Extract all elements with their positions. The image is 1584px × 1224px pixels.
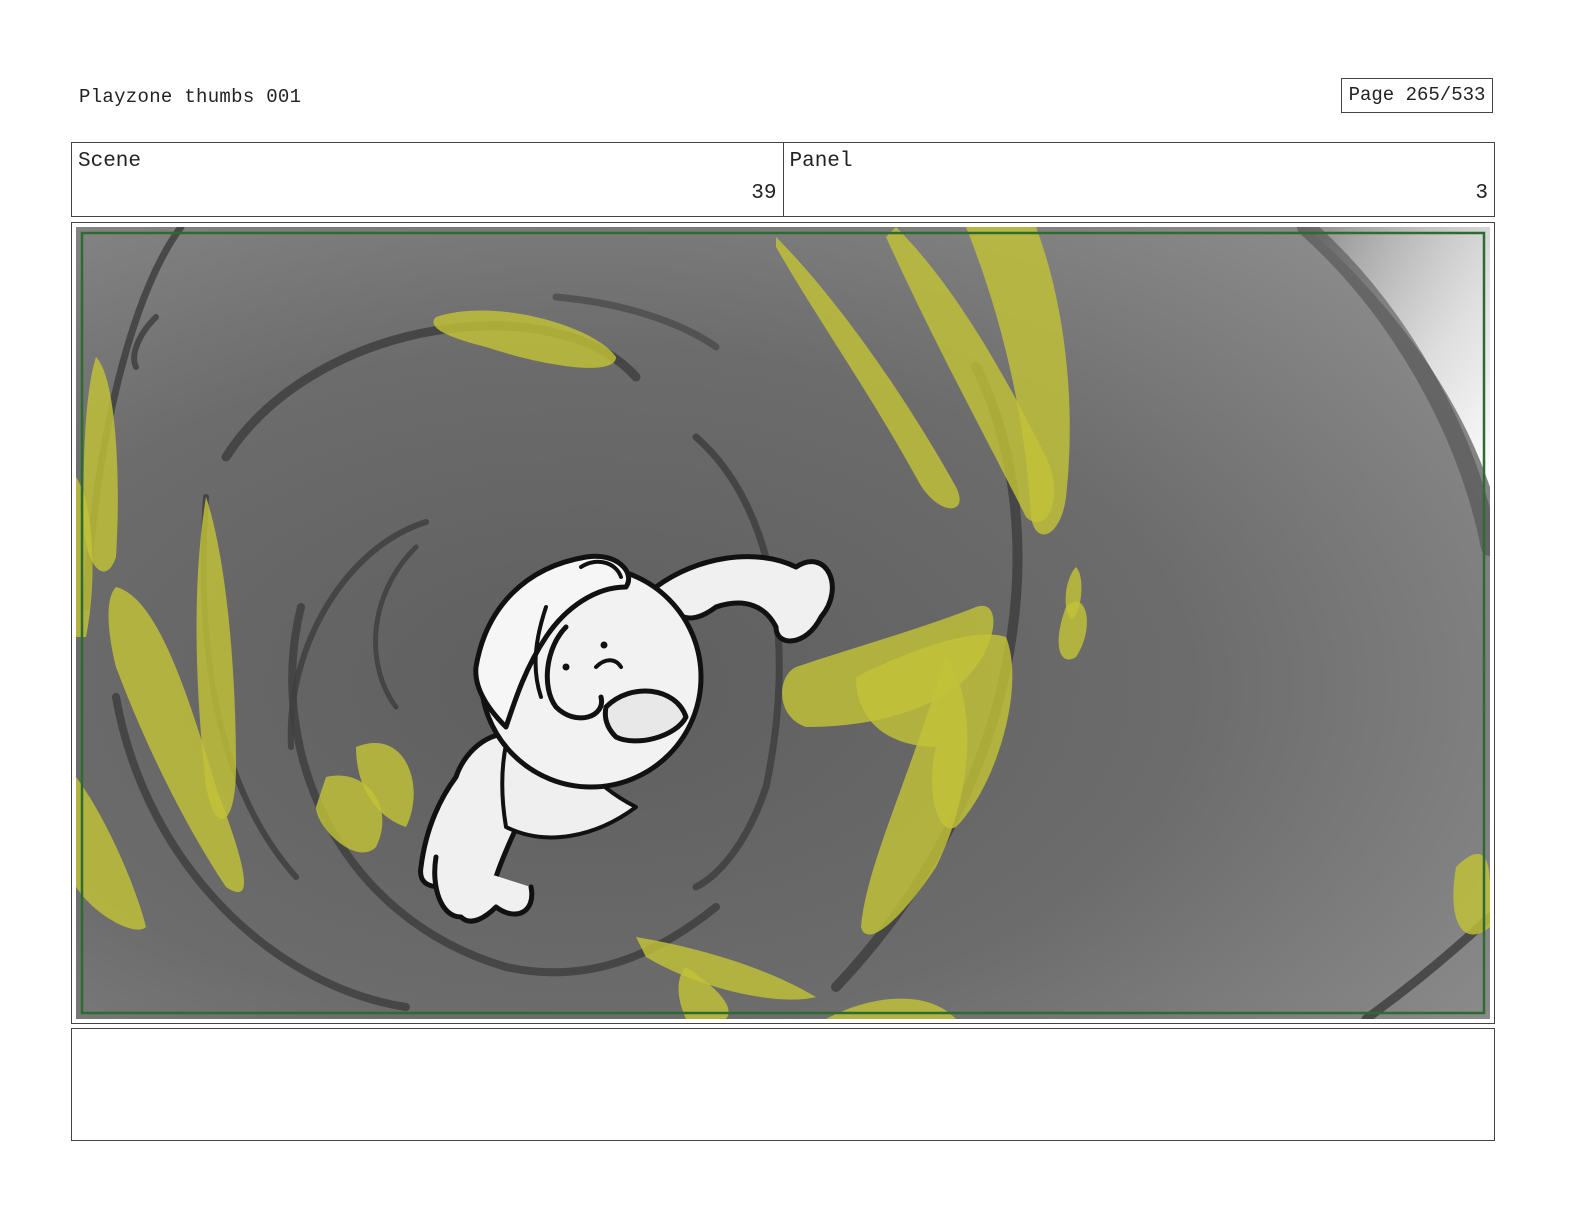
panel-label: Panel — [789, 150, 853, 173]
storyboard-frame — [71, 222, 1495, 1024]
storyboard-artwork — [76, 227, 1490, 1019]
document-title: Playzone thumbs 001 — [79, 86, 302, 108]
scene-panel-bar: Scene 39 Panel 3 — [71, 142, 1495, 217]
scene-cell: Scene 39 — [72, 143, 783, 216]
scene-number: 39 — [751, 182, 777, 205]
page-number-badge: Page 265/533 — [1341, 78, 1493, 113]
scene-label: Scene — [78, 150, 142, 173]
panel-number: 3 — [1475, 182, 1488, 205]
panel-cell: Panel 3 — [782, 143, 1495, 216]
panel-notes-box — [71, 1028, 1495, 1141]
